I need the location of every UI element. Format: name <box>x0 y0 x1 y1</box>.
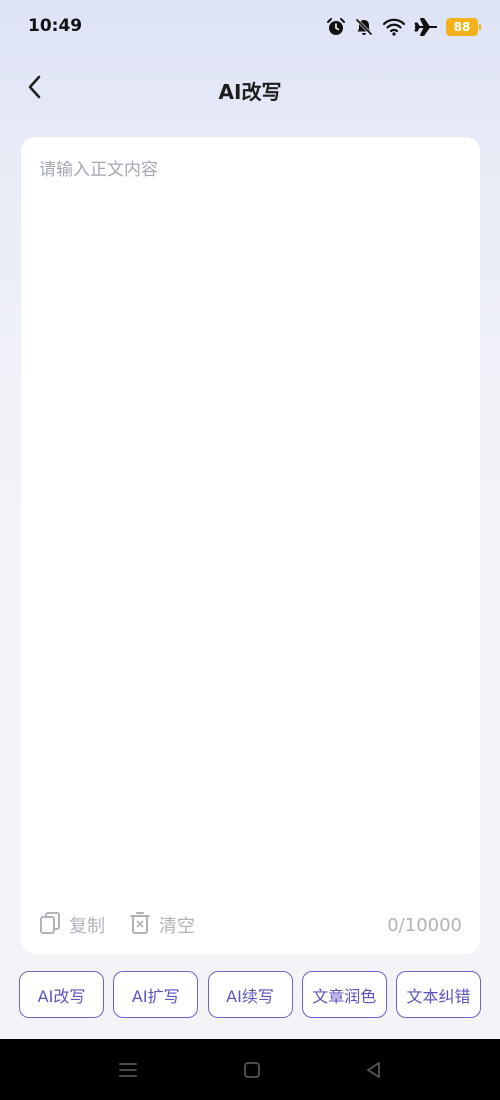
home-icon[interactable] <box>239 1057 265 1083</box>
menu-icon[interactable] <box>115 1057 141 1083</box>
char-count: 0/10000 <box>387 914 462 936</box>
action-row: AI改写 AI扩写 AI续写 文章润色 文本纠错 <box>19 971 481 1018</box>
polish-button[interactable]: 文章润色 <box>301 971 387 1018</box>
wifi-icon <box>382 17 406 37</box>
copy-button[interactable]: 复制 <box>39 911 105 940</box>
back-triangle-icon[interactable] <box>361 1057 387 1083</box>
status-bar: 10:49 88 <box>0 0 500 56</box>
ai-expand-button[interactable]: AI扩写 <box>113 971 199 1018</box>
ai-rewrite-button[interactable]: AI改写 <box>19 971 104 1018</box>
header: AI改写 <box>0 60 500 118</box>
editor-footer: 复制 清空 0/10000 <box>39 910 462 940</box>
status-time: 10:49 <box>28 16 83 36</box>
proofread-button[interactable]: 文本纠错 <box>396 971 481 1018</box>
trash-icon <box>129 911 151 940</box>
battery-icon: 88 <box>446 18 481 36</box>
status-icons: 88 <box>326 14 481 40</box>
ai-continue-button[interactable]: AI续写 <box>207 971 293 1018</box>
copy-icon <box>39 911 61 940</box>
system-nav-bar <box>0 1039 500 1100</box>
page-title: AI改写 <box>218 80 282 104</box>
battery-level: 88 <box>453 20 471 34</box>
editor-card: 复制 清空 0/10000 <box>21 137 480 954</box>
copy-label: 复制 <box>69 916 105 937</box>
content-input[interactable] <box>39 155 459 895</box>
airplane-icon <box>414 17 438 37</box>
alarm-icon <box>326 17 346 37</box>
clear-button[interactable]: 清空 <box>129 911 195 940</box>
clear-label: 清空 <box>159 916 195 937</box>
bell-muted-icon <box>354 17 374 37</box>
